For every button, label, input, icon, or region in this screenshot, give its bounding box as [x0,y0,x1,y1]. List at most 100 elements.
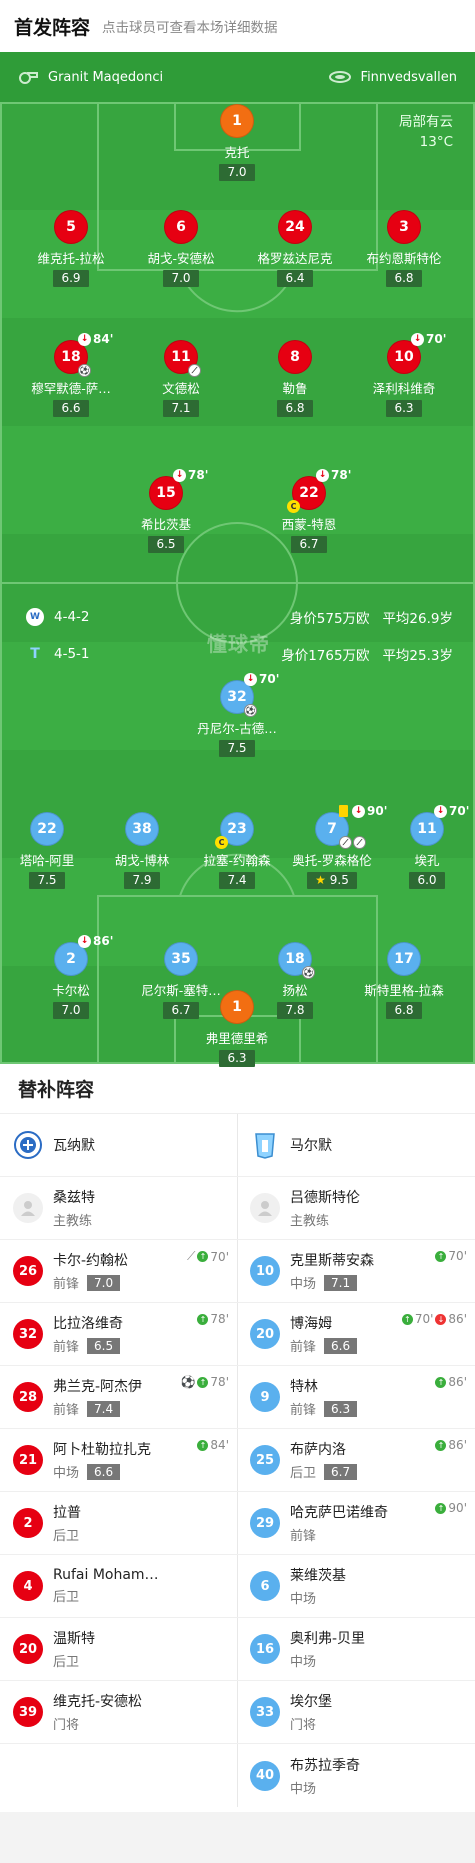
sub-out-badge: ↓ 70' [244,672,279,686]
sub-position: 后卫 [290,1466,317,1481]
player-away-7[interactable]: 7 ↓ 90' ⟋ ⟋ 奥托-罗森格伦 ★ 9.5 [277,804,387,889]
player-home-5[interactable]: 5 维克托-拉松 6.9 [16,210,126,287]
sub-home-20[interactable]: 20 温斯特 后卫 [0,1618,237,1681]
sub-number: 29 [250,1508,280,1538]
sub-number: 25 [250,1445,280,1475]
sub-in-icon: ↑ [197,1313,209,1325]
player-rating: 6.8 [386,270,422,287]
substitutes-section: 替补阵容 瓦纳默 桑兹特 主教练 26 卡尔-约翰松 前锋 7.0 ⟋ ↑ 70' 32 … [0,1064,475,1807]
sub-rating: 6.7 [324,1463,358,1480]
sub-in-icon: ↑ [435,1502,447,1514]
sub-out-icon: ↓ [78,934,91,948]
away-subs-column: 马尔默 吕德斯特伦 主教练 10 克里斯蒂安森 中场 7.1 ↑ 70' 20 博海姆前… [237,1114,475,1807]
sub-away-10[interactable]: 10 克里斯蒂安森 中场 7.1 ↑ 70' [237,1240,475,1303]
sub-away-6[interactable]: 6 莱维茨基 中场 [237,1555,475,1618]
sub-out-icon: ↓ [78,332,91,346]
player-home-6[interactable]: 6 胡戈-安德松 7.0 [126,210,236,287]
player-home-24[interactable]: 24 格罗兹达尼克 6.4 [240,210,350,287]
temperature-text: 13°C [419,134,453,150]
goal-icon: ⚽ [78,364,91,377]
sub-away-25[interactable]: 25 布萨内洛 后卫 6.7 ↑ 86' [237,1429,475,1492]
sub-home-26[interactable]: 26 卡尔-约翰松 前锋 7.0 ⟋ ↑ 70' [0,1240,237,1303]
player-home-8[interactable]: 8 勒鲁 6.8 [240,340,350,417]
sub-name: 莱维茨基 [290,1568,346,1584]
sub-away-16[interactable]: 16 奥利弗-贝里 中场 [237,1618,475,1681]
player-away-17[interactable]: 17 斯特里格-拉森 6.8 [349,942,459,1019]
home-coach[interactable]: 桑兹特 主教练 [0,1177,237,1240]
sub-events: ↑ 84' [197,1438,229,1452]
away-coach[interactable]: 吕德斯特伦 主教练 [237,1177,475,1240]
player-rating: 6.3 [219,1050,255,1067]
sub-out-icon: ↓ [244,672,257,686]
player-rating: 6.5 [148,536,184,553]
sub-position: 前锋 [290,1529,317,1544]
home-team-name: 瓦纳默 [53,1138,95,1154]
player-rating: 7.1 [163,400,199,417]
player-home-10[interactable]: 10 ↓ 70' 泽利科维奇 6.3 [349,332,459,417]
sub-position: 前锋 [53,1340,80,1355]
sub-away-20[interactable]: 20 博海姆 前锋 6.6 ↑ 70' ↓ 86' [237,1303,475,1366]
away-value: 身价1765万欧 [281,648,370,664]
sub-out-badge: ↓ 70' [411,332,446,346]
sub-number: 28 [13,1382,43,1412]
sub-in-icon: ↑ [435,1376,447,1388]
player-away-23[interactable]: 23 C 拉塞-约翰森 7.4 [182,812,292,889]
player-name: 穆罕默德-萨… [31,381,111,396]
player-home-15[interactable]: 15 ↓ 78' 希比茨基 6.5 [111,468,221,553]
sub-number: 16 [250,1634,280,1664]
sub-events: ↑ 86' [435,1375,467,1389]
player-home-11[interactable]: 11 ⟋ 文德松 7.1 [126,340,236,417]
sub-home-39[interactable]: 39 维克托-安德松 门将 [0,1681,237,1744]
sub-away-29[interactable]: 29 哈克萨巴诺维奇 前锋 ↑ 90' [237,1492,475,1555]
player-home-18[interactable]: 18 ↓ 84' ⚽ 穆罕默德-萨… 6.6 [16,332,126,417]
sub-number: 20 [13,1634,43,1664]
coach-avatar-icon [250,1193,280,1223]
player-rating: 6.4 [277,270,313,287]
player-number: 38 [125,812,159,846]
sub-out-icon: ↓ [352,804,365,818]
player-away-keeper[interactable]: 1 弗里德里希 6.3 [182,990,292,1067]
sub-away-9[interactable]: 9 特林 前锋 6.3 ↑ 86' [237,1366,475,1429]
coach-name: 桑兹特 [53,1190,95,1206]
weather-info: 局部有云 13°C [399,112,453,152]
sub-home-4[interactable]: 4 Rufai Moham… 后卫 [0,1555,237,1618]
player-home-1[interactable]: 1 克托 7.0 [182,104,292,181]
player-away-11[interactable]: 11 ↓ 70' 埃孔 6.0 [372,804,475,889]
player-rating: 7.4 [219,872,255,889]
sub-name: 克里斯蒂安森 [290,1253,374,1269]
sub-home-21[interactable]: 21 阿卜杜勒拉扎克 中场 6.6 ↑ 84' [0,1429,237,1492]
player-rating: 6.9 [53,270,89,287]
sub-position: 中场 [290,1592,317,1607]
player-away-38[interactable]: 38 胡戈-博林 7.9 [87,812,197,889]
home-formation: 4-4-2 [54,609,90,625]
sub-events: ⚽ ↑ 78' [180,1375,229,1389]
sub-position: 中场 [53,1466,80,1481]
player-number: 6 [164,210,198,244]
sub-rating: 6.5 [87,1337,121,1354]
sub-name: 特林 [290,1379,318,1395]
player-away-32[interactable]: 32 ↓ 70' ⚽ 丹尼尔-古德… 7.5 [182,672,292,757]
sub-number: 4 [13,1571,43,1601]
player-number: 8 [278,340,312,374]
captain-icon: C [215,836,228,849]
sub-home-32[interactable]: 32 比拉洛维奇 前锋 6.5 ↑ 78' [0,1303,237,1366]
sub-rating: 6.6 [87,1463,121,1480]
player-home-22[interactable]: 22 ↓ 78' C 西蒙-特恩 6.7 [254,468,364,553]
sub-name: 奥利弗-贝里 [290,1631,366,1647]
player-name: 埃孔 [414,853,440,868]
sub-rating: 7.4 [87,1400,121,1417]
sub-home-28[interactable]: 28 弗兰克-阿杰伊 前锋 7.4 ⚽ ↑ 78' [0,1366,237,1429]
away-avg-age: 平均25.3岁 [382,648,453,664]
player-name: 弗里德里希 [205,1031,269,1046]
player-away-2[interactable]: 2 ↓ 86' 卡尔松 7.0 [16,934,126,1019]
sub-number: 21 [13,1445,43,1475]
sub-away-40[interactable]: 40 布苏拉季奇 中场 [237,1744,475,1807]
sub-position: 前锋 [290,1340,317,1355]
sub-away-33[interactable]: 33 埃尔堡 门将 [237,1681,475,1744]
player-number: 18 [61,349,81,365]
sub-home-2[interactable]: 2 拉普 后卫 [0,1492,237,1555]
player-name: 希比茨基 [140,517,191,532]
player-name: 泽利科维奇 [372,381,436,396]
player-home-3[interactable]: 3 布约恩斯特伦 6.8 [349,210,459,287]
sub-number: 40 [250,1760,280,1791]
